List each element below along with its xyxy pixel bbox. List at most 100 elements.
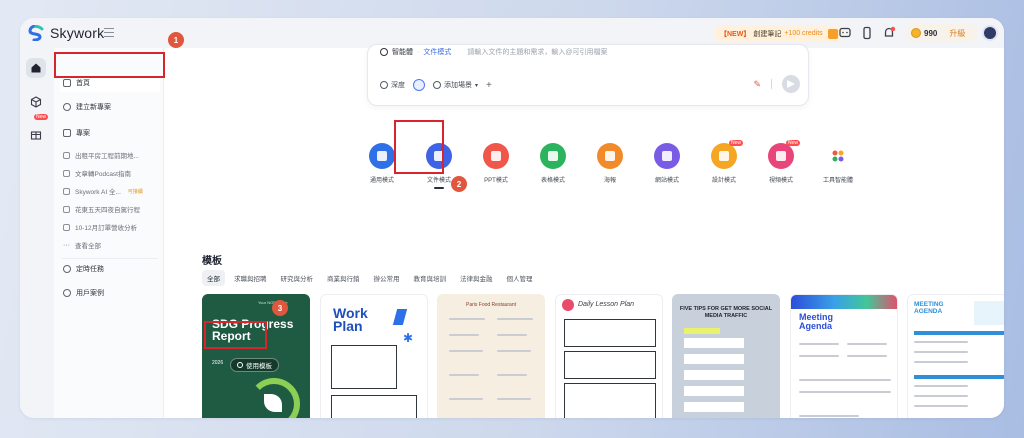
credit-balance[interactable]: 990 升級 xyxy=(906,24,978,42)
mode-video[interactable]: 視頻模式 New xyxy=(756,140,806,184)
category-tab[interactable]: 求職與招聘 xyxy=(229,270,272,286)
sidebar-item-label: 定時任務 xyxy=(76,266,104,273)
user-avatar[interactable] xyxy=(982,25,998,41)
template-card-meeting-agenda-2[interactable]: MEETING AGENDA xyxy=(907,294,1004,418)
history-item-label: 文章轉Podcast指南 xyxy=(75,171,131,178)
mode-table[interactable]: 表格模式 xyxy=(528,143,578,184)
text-line xyxy=(449,398,483,400)
deep-toggle[interactable]: 深度 xyxy=(380,80,405,90)
agent-mode-label[interactable]: 智能體 xyxy=(392,47,413,57)
document-icon xyxy=(63,169,70,177)
template-card-work-plan[interactable]: Work Plan ✱ xyxy=(320,294,428,418)
scenario-dropdown[interactable]: 添加場景 ▾ xyxy=(433,80,478,90)
template-card-restaurant[interactable]: Paris Food Restaurant xyxy=(437,294,545,418)
slash-graphic xyxy=(392,309,408,325)
history-item[interactable]: Skywork AI 全... 可接續 xyxy=(60,182,160,200)
chart-icon xyxy=(63,223,70,231)
icon-rail: New xyxy=(20,48,54,418)
category-tab[interactable]: 研究與分析 xyxy=(276,270,319,286)
history-item[interactable]: 文章轉Podcast指南 xyxy=(60,164,160,182)
category-tab[interactable]: 商業與行銷 xyxy=(322,270,365,286)
highlight-use-template xyxy=(204,321,267,349)
phone-icon[interactable] xyxy=(860,26,874,40)
mode-label: 工具智能體 xyxy=(822,178,853,184)
text-line xyxy=(449,334,479,336)
rail-cube-button[interactable] xyxy=(26,92,46,112)
create-note-promo[interactable]: 【NEW】 創建筆記 +100 credits xyxy=(714,25,844,42)
text-line xyxy=(914,351,968,353)
mode-tool-agent[interactable]: 工具智能體 xyxy=(813,143,863,184)
mode-design[interactable]: 設計模式 New xyxy=(699,140,749,184)
lesson-box xyxy=(564,319,656,347)
new-badge: New xyxy=(786,140,801,146)
sidebar-item-label: 建立新專案 xyxy=(76,104,111,111)
gift-box-icon xyxy=(30,131,42,140)
bonus-credits: +100 credits xyxy=(784,30,823,37)
step-marker-1: 1 xyxy=(168,32,184,48)
mode-label: 通用模式 xyxy=(369,178,394,184)
category-tab[interactable]: 教育與培訓 xyxy=(409,270,452,286)
mode-label: 網站模式 xyxy=(654,178,679,184)
category-tab[interactable]: 法律與金融 xyxy=(455,270,498,286)
create-note-label: 創建筆記 xyxy=(753,30,782,38)
mode-ppt[interactable]: PPT模式 xyxy=(471,143,521,184)
document-icon xyxy=(63,187,70,195)
sidebar-item-new-project[interactable]: 建立新專案 xyxy=(60,98,160,116)
use-icon xyxy=(237,362,243,368)
category-tab[interactable]: 個人管理 xyxy=(502,270,538,286)
message-icon[interactable] xyxy=(838,26,852,40)
text-line xyxy=(497,398,531,400)
view-all-link[interactable]: ··· 查看全部 xyxy=(60,236,160,254)
history-item[interactable]: 花東五天四夜自駕行程 xyxy=(60,200,160,218)
sidebar-collapse-icon[interactable] xyxy=(104,28,114,37)
sidebar-item-scheduled[interactable]: 定時任務 xyxy=(60,260,160,278)
mode-poster[interactable]: 海報 xyxy=(585,143,635,184)
use-template-button[interactable]: 使用模板 xyxy=(230,358,279,372)
general-mode-icon xyxy=(369,143,395,169)
template-card-sdg[interactable]: Your NGP Name SDG Progress Report 2026 使… xyxy=(202,294,310,418)
category-tab[interactable]: 全部 xyxy=(202,270,225,286)
rail-gift-button[interactable] xyxy=(26,124,46,144)
history-item-label: 出租平房工程前期地... xyxy=(75,153,139,160)
chevron-down-icon: ▾ xyxy=(475,82,479,89)
home-outline-icon xyxy=(63,79,71,87)
pattern-banner xyxy=(791,295,897,309)
tip-row xyxy=(684,402,744,412)
add-icon[interactable]: + xyxy=(486,80,492,91)
active-mode-label[interactable]: 文件模式 xyxy=(423,47,451,57)
highlight-document-mode xyxy=(394,120,444,174)
history-item-label: 花東五天四夜自駕行程 xyxy=(75,207,140,214)
history-item-badge: 可接續 xyxy=(127,188,143,195)
globe-icon[interactable] xyxy=(413,79,425,91)
separator-dot: · xyxy=(417,48,420,56)
rail-home-button[interactable] xyxy=(26,58,46,78)
category-tab[interactable]: 辦公常用 xyxy=(369,270,405,286)
prompt-input-card[interactable]: 智能體 · 文件模式 請輸入文件的主題和需求，輸入@可引用檔案 深度 添加場景 … xyxy=(367,44,809,106)
send-button[interactable] xyxy=(782,75,800,93)
history-item[interactable]: 10-12月訂單營收分析 xyxy=(60,218,160,236)
tip-row xyxy=(684,386,744,396)
bell-icon[interactable] xyxy=(882,26,896,40)
tip-row xyxy=(684,370,744,380)
text-line xyxy=(497,318,533,320)
tip-row xyxy=(684,338,744,348)
location-pin-icon xyxy=(63,289,71,297)
sidebar-item-projects[interactable]: 專案 xyxy=(60,124,160,142)
plan-grid xyxy=(331,345,397,389)
prompt-input[interactable]: 請輸入文件的主題和需求，輸入@可引用檔案 xyxy=(467,47,607,57)
history-item[interactable]: 出租平房工程前期地... xyxy=(60,146,160,164)
use-template-label: 使用模板 xyxy=(246,363,272,370)
mode-website[interactable]: 網站模式 xyxy=(642,143,692,184)
sidebar-item-cases[interactable]: 用戶案例 xyxy=(60,284,160,302)
template-card-meeting-agenda[interactable]: Meeting Agenda xyxy=(790,294,898,418)
template-card-social-tips[interactable]: FIVE TIPS FOR GET MORE SOCIAL MEDIA TRAF… xyxy=(672,294,780,418)
section-bar xyxy=(914,375,1004,379)
step-marker-2: 2 xyxy=(451,176,467,192)
pin-icon[interactable]: ✎ xyxy=(753,79,761,90)
mode-label: PPT模式 xyxy=(484,178,508,184)
text-line xyxy=(497,334,527,336)
upgrade-button[interactable]: 升級 xyxy=(949,28,965,39)
template-card-lesson-plan[interactable]: Daily Lesson Plan xyxy=(555,294,663,418)
card-title: Meeting Agenda xyxy=(799,312,834,331)
brand[interactable]: Skywork xyxy=(28,25,104,41)
